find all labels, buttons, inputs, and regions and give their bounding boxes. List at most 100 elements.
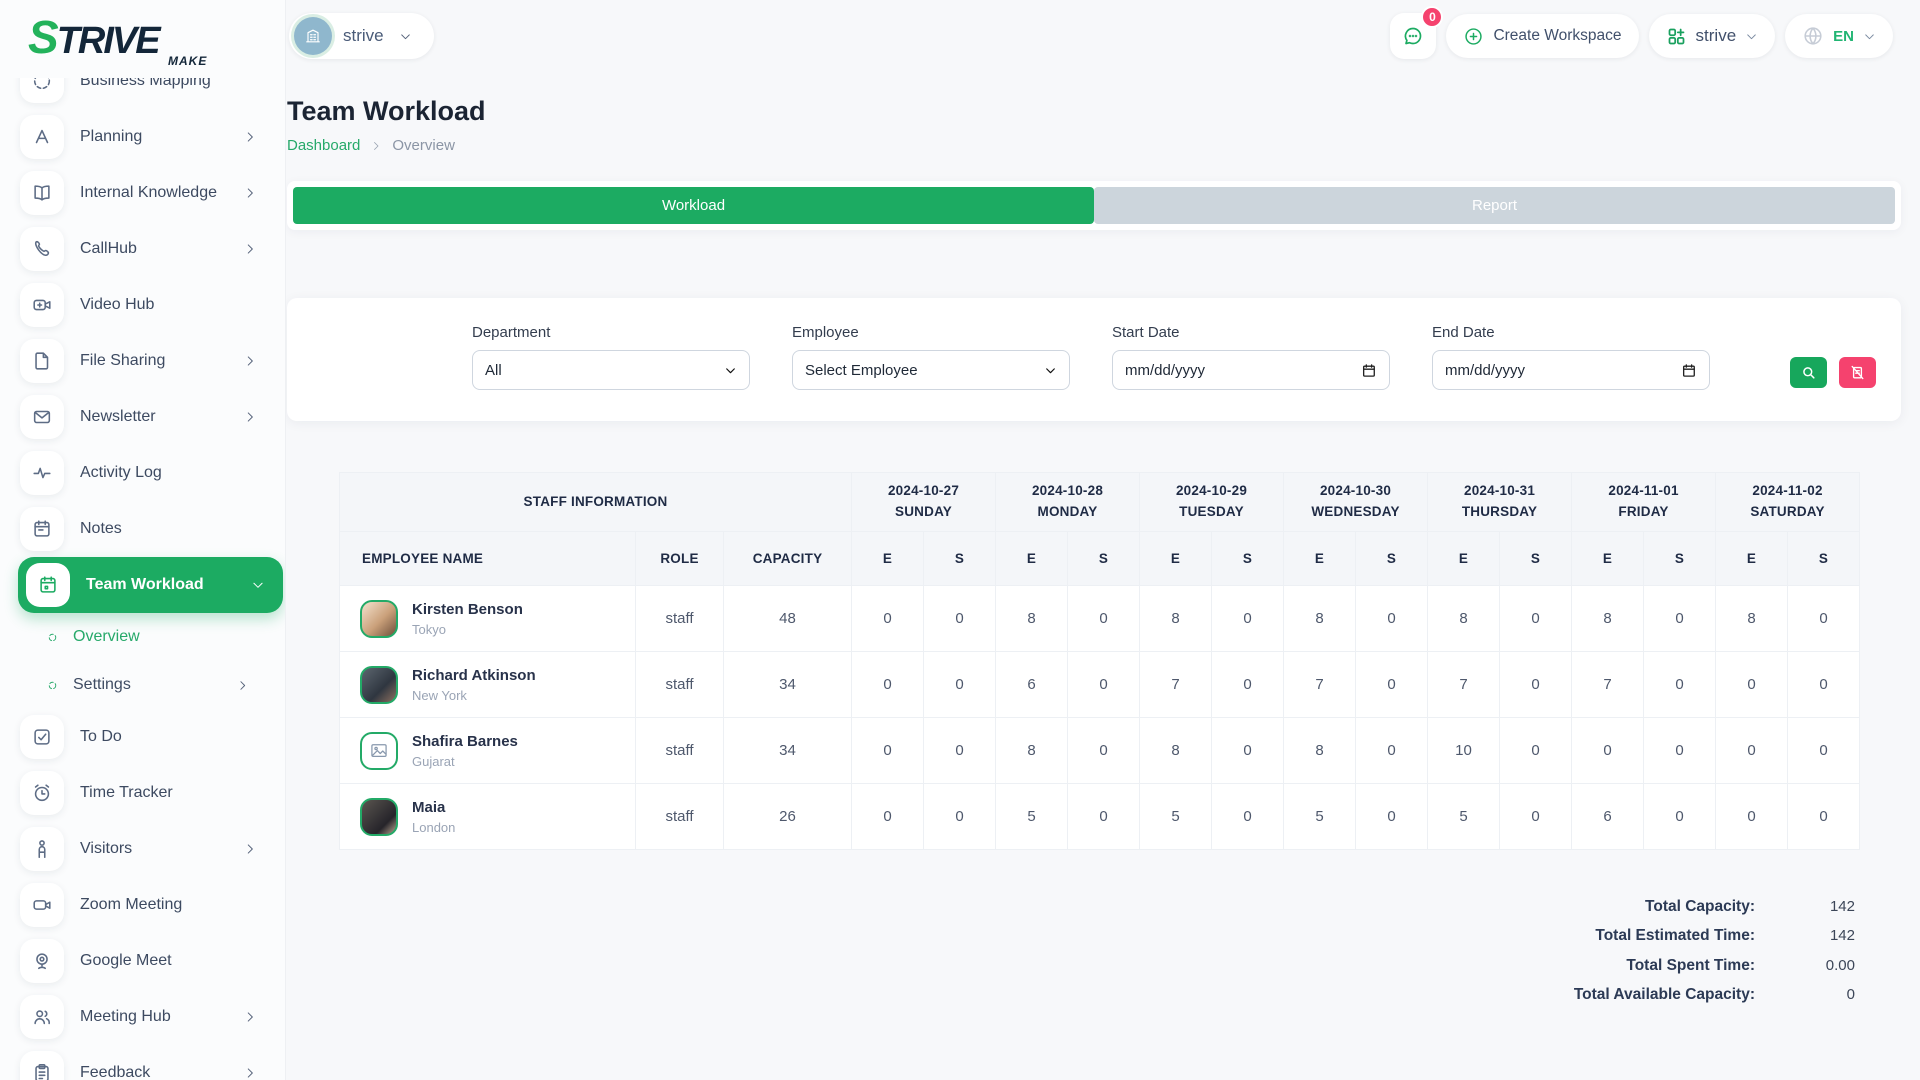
icon-box — [20, 339, 64, 383]
day-header: 2024-11-01FRIDAY — [1572, 473, 1716, 532]
chat-badge: 0 — [1421, 6, 1443, 28]
spent-header: S — [1068, 532, 1140, 586]
sidebar-item-notes[interactable]: Notes — [20, 507, 265, 551]
role-cell: staff — [636, 784, 724, 850]
sidebar-item-label: Visitors — [80, 840, 132, 858]
clear-filters-button[interactable] — [1839, 357, 1876, 388]
workload-cell: 0 — [1068, 718, 1140, 784]
sidebar-item-label: Zoom Meeting — [80, 896, 182, 914]
breadcrumb-current: Overview — [392, 137, 455, 154]
sidebar-item-feedback[interactable]: Feedback — [20, 1051, 265, 1080]
filter-actions — [1790, 357, 1876, 421]
avatar-broken-image — [360, 732, 398, 770]
workload-cell: 0 — [1716, 784, 1788, 850]
sidebar-item-internal-knowledge[interactable]: Internal Knowledge — [20, 171, 265, 215]
employee-name: Richard Atkinson — [412, 667, 536, 684]
calendar-icon[interactable] — [1361, 362, 1377, 379]
estimated-header: E — [852, 532, 924, 586]
end-date-label: End Date — [1432, 324, 1710, 341]
topbar-actions: 0 Create Workspace strive EN — [1390, 13, 1893, 59]
sidebar-item-team-workload[interactable]: Team Workload — [18, 557, 283, 613]
sidebar-item-time-tracker[interactable]: Time Tracker — [20, 771, 265, 815]
table-subheader-row: EMPLOYEE NAME ROLE CAPACITY E S E S E S … — [340, 532, 1860, 586]
book-icon — [31, 182, 53, 204]
file-icon — [31, 350, 53, 372]
end-date-input[interactable] — [1445, 362, 1681, 379]
sidebar-item-to-do[interactable]: To Do — [20, 715, 265, 759]
day-header: 2024-10-30WEDNESDAY — [1284, 473, 1428, 532]
sidebar-subitem-settings[interactable]: Settings — [46, 667, 265, 703]
employee-name-header: EMPLOYEE NAME — [340, 532, 636, 586]
sidebar-item-label: Planning — [80, 128, 142, 146]
workspace-selector[interactable]: strive — [289, 13, 434, 59]
total-label: Total Available Capacity: — [1565, 984, 1755, 1006]
chat-button[interactable]: 0 — [1390, 13, 1436, 59]
calendar-icon[interactable] — [1681, 362, 1697, 379]
sidebar-subitem-overview[interactable]: Overview — [46, 619, 265, 655]
workload-cell: 0 — [852, 718, 924, 784]
sidebar-item-label: Meeting Hub — [80, 1008, 171, 1026]
table-row: Shafira Barnes Gujarat staff 34 0 0 8 0 … — [340, 718, 1860, 784]
video-plus-icon — [31, 294, 53, 316]
start-date-input[interactable] — [1125, 362, 1361, 379]
workload-cell: 0 — [1500, 652, 1572, 718]
create-workspace-button[interactable]: Create Workspace — [1446, 14, 1638, 58]
grid-plus-icon — [1666, 26, 1687, 47]
status-dot-icon — [46, 679, 59, 692]
workload-cell: 0 — [1356, 784, 1428, 850]
end-date-field: End Date — [1432, 324, 1710, 421]
topbar: strive 0 Create Workspace strive EN — [285, 0, 1920, 72]
tab-report[interactable]: Report — [1094, 187, 1895, 224]
page-title: Team Workload — [287, 96, 1901, 127]
workload-cell: 0 — [1500, 586, 1572, 652]
sidebar-item-video-hub[interactable]: Video Hub — [20, 283, 265, 327]
sidebar-item-newsletter[interactable]: Newsletter — [20, 395, 265, 439]
sidebar-item-file-sharing[interactable]: File Sharing — [20, 339, 265, 383]
department-field: Department All — [472, 324, 750, 421]
workload-cell: 8 — [1284, 718, 1356, 784]
estimated-header: E — [1572, 532, 1644, 586]
employee-select[interactable]: Select Employee — [792, 350, 1070, 390]
envelope-icon — [31, 406, 53, 428]
sidebar-item-google-meet[interactable]: Google Meet — [20, 939, 265, 983]
employee-city: New York — [412, 688, 536, 703]
end-date-input-wrap — [1432, 350, 1710, 390]
workload-cell: 0 — [924, 652, 996, 718]
sidebar-item-activity-log[interactable]: Activity Log — [20, 451, 265, 495]
start-date-label: Start Date — [1112, 324, 1390, 341]
capacity-header: CAPACITY — [724, 532, 852, 586]
workload-cell: 0 — [1356, 586, 1428, 652]
language-selector[interactable]: EN — [1785, 14, 1893, 58]
sidebar-item-meeting-hub[interactable]: Meeting Hub — [20, 995, 265, 1039]
breadcrumb-dashboard[interactable]: Dashboard — [287, 137, 360, 154]
department-select[interactable]: All — [472, 350, 750, 390]
sidebar-item-zoom-meeting[interactable]: Zoom Meeting — [20, 883, 265, 927]
create-workspace-label: Create Workspace — [1493, 27, 1621, 45]
capacity-cell: 34 — [724, 652, 852, 718]
estimated-header: E — [1716, 532, 1788, 586]
sidebar-item-planning[interactable]: Planning — [20, 115, 265, 159]
department-label: Department — [472, 324, 750, 341]
tab-workload[interactable]: Workload — [293, 187, 1094, 224]
brand-logo[interactable]: STRIVE MAKE — [0, 0, 285, 78]
employee-cell: Shafira Barnes Gujarat — [340, 718, 636, 784]
filter-panel: Department All Employee Select Employee … — [287, 298, 1901, 421]
note-calendar-icon — [31, 518, 53, 540]
icon-box — [20, 995, 64, 1039]
calendar-icon — [37, 574, 59, 596]
icon-box — [20, 1051, 64, 1080]
total-available-row: Total Available Capacity: 0 — [1555, 984, 1855, 1006]
chevron-down-icon — [399, 30, 412, 43]
employee-value: Select Employee — [805, 362, 918, 379]
chevron-down-icon — [1863, 30, 1876, 43]
icon-box — [20, 171, 64, 215]
search-button[interactable] — [1790, 357, 1827, 388]
sidebar-item-callhub[interactable]: CallHub — [20, 227, 265, 271]
workload-cell: 6 — [996, 652, 1068, 718]
workload-cell: 8 — [1428, 586, 1500, 652]
spent-header: S — [1212, 532, 1284, 586]
breadcrumb: Dashboard Overview — [287, 137, 1901, 154]
org-selector[interactable]: strive — [1649, 14, 1776, 58]
sidebar-item-visitors[interactable]: Visitors — [20, 827, 265, 871]
workload-cell: 0 — [1068, 652, 1140, 718]
